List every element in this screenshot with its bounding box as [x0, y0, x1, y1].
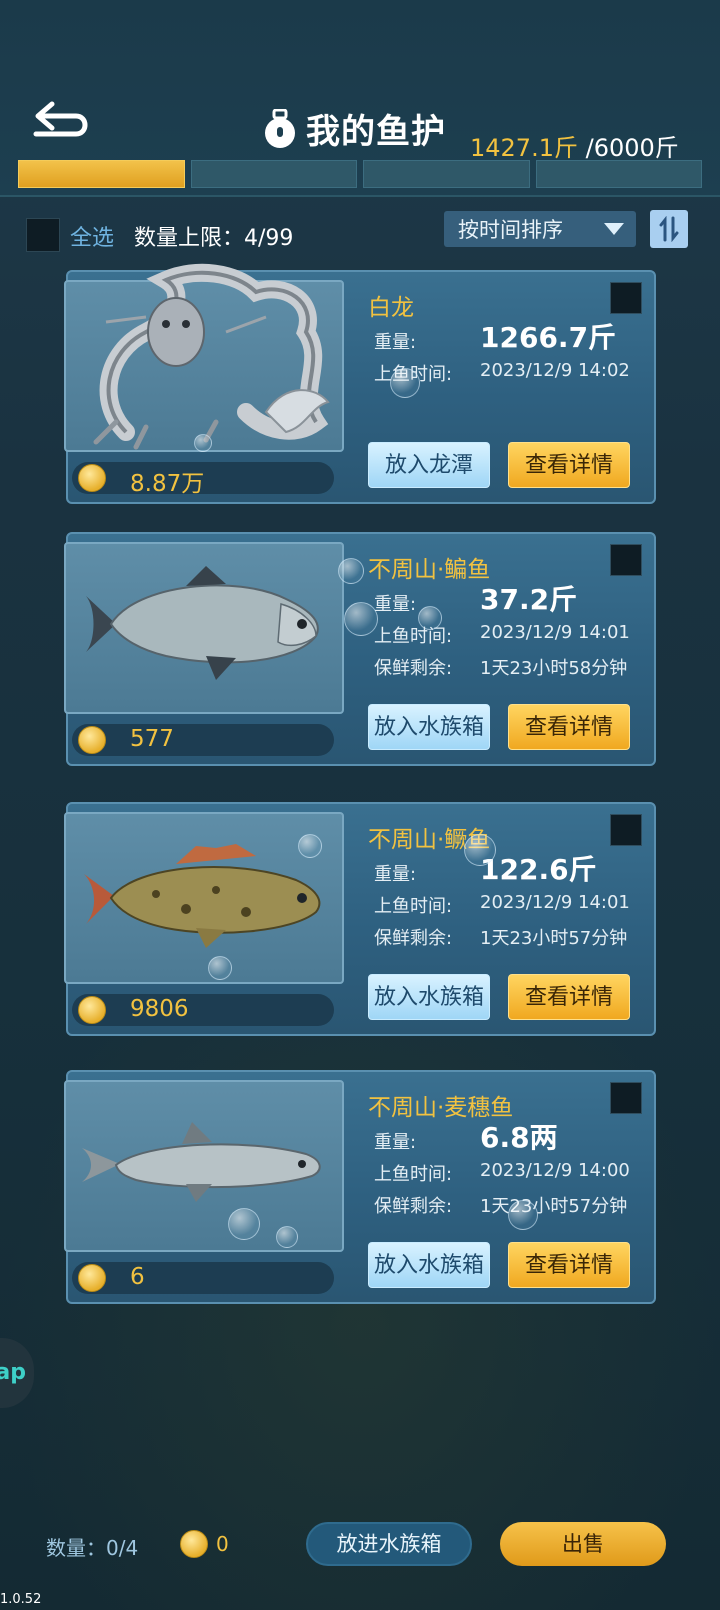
fish-image-frame	[64, 542, 344, 714]
fish-select-checkbox[interactable]	[610, 282, 642, 314]
capacity-max: /6000斤	[585, 134, 679, 162]
bubble	[508, 1200, 538, 1230]
selected-quantity: 数量：0/4	[46, 1536, 139, 1560]
quantity-limit: 数量上限：4/99	[134, 226, 294, 251]
version-label: 1.0.52	[0, 1592, 42, 1607]
bubble	[464, 834, 496, 866]
fish-name: 不周山·鳊鱼	[368, 557, 491, 583]
bream-fish-image	[86, 566, 319, 680]
capacity-current: 1427.1斤	[470, 134, 578, 162]
fish-price: 6	[130, 1264, 145, 1290]
bubble	[194, 434, 212, 452]
price-bar: 9806	[72, 994, 334, 1026]
selected-coin-total: 0	[216, 1532, 229, 1556]
bubble	[208, 956, 232, 980]
bubble	[228, 1208, 260, 1240]
catch-time: 2023/12/9 14:01	[480, 622, 630, 643]
fish-basket-icon	[265, 108, 295, 148]
fish-card: 6 不周山·麦穗鱼 重量: 6.8两 上鱼时间: 2023/12/9 14:00…	[64, 1070, 656, 1304]
weight-label: 重量:	[374, 864, 417, 885]
put-into-aquarium-button[interactable]: 放入水族箱	[368, 974, 490, 1020]
sort-order-icon	[659, 215, 679, 243]
catch-time: 2023/12/9 14:02	[480, 360, 630, 381]
coin-icon	[78, 996, 106, 1024]
catch-time-label: 上鱼时间:	[374, 626, 453, 647]
fresh-label: 保鲜剩余:	[374, 928, 453, 949]
catch-time-label: 上鱼时间:	[374, 1164, 453, 1185]
progress-segment	[18, 160, 185, 188]
fish-card: 9806 不周山·鳜鱼 重量: 122.6斤 上鱼时间: 2023/12/9 1…	[64, 802, 656, 1036]
fish-name: 白龙	[368, 295, 414, 321]
fresh-remaining: 1天23小时57分钟	[480, 928, 628, 949]
page-title: 我的鱼护	[306, 112, 446, 152]
progress-segment	[190, 160, 357, 188]
price-bar: 577	[72, 724, 334, 756]
view-details-button[interactable]: 查看详情	[508, 1242, 630, 1288]
select-all-label[interactable]: 全选	[70, 220, 114, 252]
chevron-down-icon	[604, 223, 624, 235]
sort-dropdown-label: 按时间排序	[458, 218, 563, 242]
fish-select-checkbox[interactable]	[610, 544, 642, 576]
fish-weight: 6.8两	[480, 1121, 558, 1154]
catch-time-label: 上鱼时间:	[374, 896, 453, 917]
put-into-aquarium-button[interactable]: 放入水族箱	[368, 1242, 490, 1288]
bubble	[344, 602, 378, 636]
fish-weight: 122.6斤	[480, 853, 597, 886]
view-details-button[interactable]: 查看详情	[508, 704, 630, 750]
bubble	[298, 834, 322, 858]
bubble	[390, 368, 420, 398]
fish-price: 9806	[130, 996, 189, 1022]
fish-price: 8.87万	[130, 471, 205, 497]
fish-price: 577	[130, 726, 174, 752]
sort-order-button[interactable]	[650, 210, 688, 248]
select-all-checkbox[interactable]	[26, 218, 60, 252]
catch-time: 2023/12/9 14:01	[480, 892, 630, 913]
bubble	[276, 1226, 298, 1248]
bubble	[338, 558, 364, 584]
coin-icon	[180, 1530, 208, 1558]
fresh-remaining: 1天23小时58分钟	[480, 658, 628, 679]
fish-card: 8.87万 白龙 重量: 1266.7斤 上鱼时间: 2023/12/9 14:…	[64, 263, 656, 504]
fresh-label: 保鲜剩余:	[374, 658, 453, 679]
back-arrow-icon	[33, 101, 88, 137]
price-bar: 8.87万	[72, 462, 334, 497]
view-details-button[interactable]: 查看详情	[508, 442, 630, 488]
weight-label: 重量:	[374, 332, 417, 353]
coin-icon	[78, 726, 106, 754]
fish-image-frame	[64, 1080, 344, 1252]
progress-segment	[363, 160, 530, 188]
view-details-button[interactable]: 查看详情	[508, 974, 630, 1020]
put-into-aquarium-bulk-button[interactable]: 放进水族箱	[306, 1522, 472, 1566]
weight-label: 重量:	[374, 594, 417, 615]
coin-icon	[78, 1264, 106, 1292]
header-divider	[0, 195, 720, 197]
fish-image-frame	[64, 263, 344, 452]
weight-label: 重量:	[374, 1132, 417, 1153]
put-into-aquarium-button[interactable]: 放入水族箱	[368, 704, 490, 750]
sell-button[interactable]: 出售	[500, 1522, 666, 1566]
price-bar: 6	[72, 1262, 334, 1294]
put-into-pond-button[interactable]: 放入龙潭	[368, 442, 490, 488]
back-button[interactable]	[30, 96, 94, 144]
minnow-fish-image	[82, 1122, 321, 1202]
white-dragon-image	[93, 263, 330, 450]
fish-select-checkbox[interactable]	[610, 1082, 642, 1114]
capacity-readout: 1427.1斤 /6000斤	[470, 128, 679, 163]
sort-dropdown[interactable]: 按时间排序	[444, 211, 636, 247]
progress-segment	[535, 160, 702, 188]
page-title-group: 我的鱼护	[262, 104, 446, 153]
fresh-remaining: 1天23小时57分钟	[480, 1196, 628, 1217]
fish-weight: 37.2斤	[480, 583, 578, 616]
fish-card: 577 不周山·鳊鱼 重量: 37.2斤 上鱼时间: 2023/12/9 14:…	[64, 532, 656, 766]
fish-weight: 1266.7斤	[480, 321, 617, 354]
capacity-progress-bar	[18, 160, 702, 188]
coin-icon	[78, 464, 106, 492]
bubble	[418, 606, 442, 630]
fish-select-checkbox[interactable]	[610, 814, 642, 846]
catch-time: 2023/12/9 14:00	[480, 1160, 630, 1181]
fresh-label: 保鲜剩余:	[374, 1196, 453, 1217]
